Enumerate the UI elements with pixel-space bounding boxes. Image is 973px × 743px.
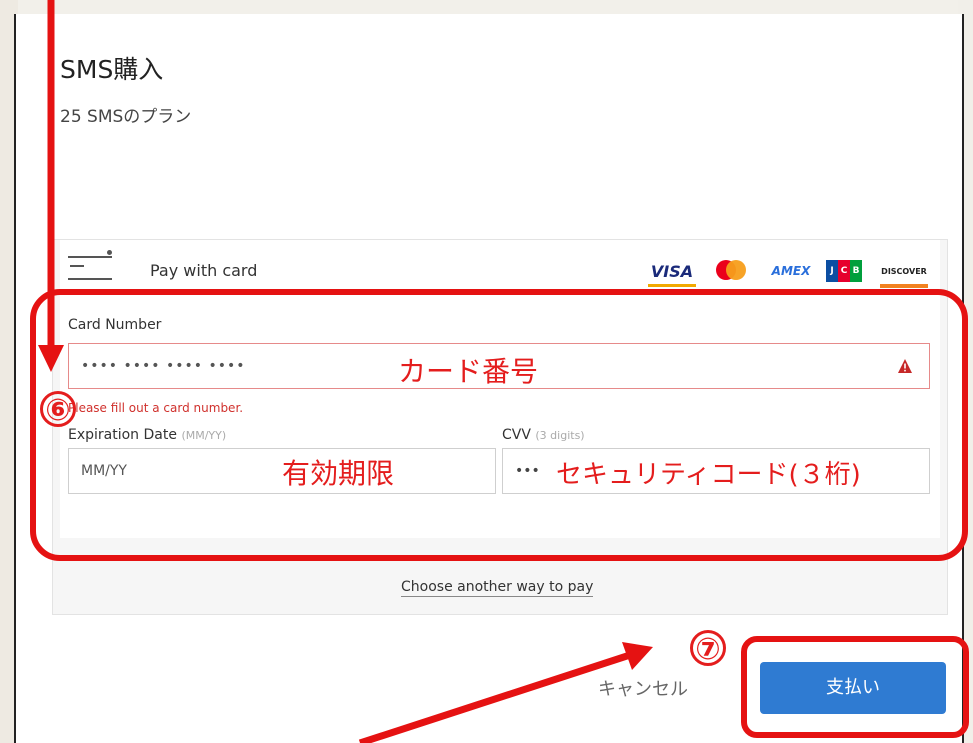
- arrow-up-right-icon: [358, 642, 653, 743]
- annotation-arrows: [38, 0, 653, 743]
- arrow-down-icon: [38, 0, 64, 372]
